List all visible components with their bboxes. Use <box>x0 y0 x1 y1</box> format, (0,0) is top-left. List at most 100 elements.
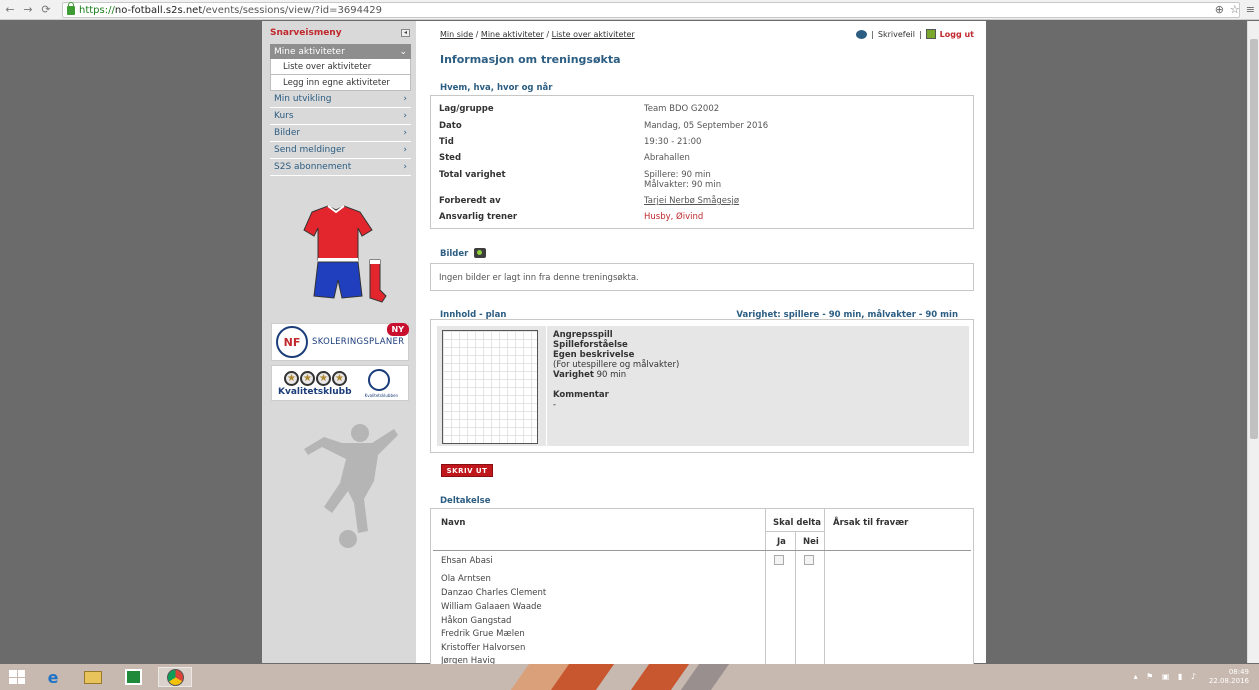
logout-icon[interactable] <box>925 29 936 39</box>
internet-explorer-icon[interactable]: e <box>42 667 64 687</box>
breadcrumb-liste[interactable]: Liste over aktiviteter <box>552 30 635 39</box>
participant-name: Ola Arntsen <box>441 574 491 584</box>
page-title: Informasjon om treningsøkta <box>440 53 621 66</box>
star-icon: ★ <box>332 371 347 386</box>
sidebar-item-bilder[interactable]: Bilder › <box>270 125 411 142</box>
plan-line: (For utespillere og målvakter) <box>553 360 680 370</box>
page-scrollbar[interactable] <box>1247 21 1259 663</box>
chevron-right-icon: › <box>403 94 407 104</box>
camera-icon[interactable] <box>474 248 487 258</box>
column-divider <box>765 509 766 669</box>
url-scheme: https:// <box>79 4 115 16</box>
varighet-malvakter: Målvakter: 90 min <box>644 180 722 190</box>
football-kit-icon[interactable] <box>292 204 388 304</box>
sidebar-item-label: Bilder <box>274 128 301 138</box>
windows-start-icon[interactable] <box>6 667 28 687</box>
info-value: Spillere: 90 min Målvakter: 90 min <box>644 170 721 190</box>
checkbox-ja[interactable] <box>774 555 784 565</box>
kvalitetsklubb-stars: ★ ★ ★ ★ <box>284 371 347 386</box>
skoleringsplaner-banner[interactable]: NF SKOLERINGSPLANER NY <box>271 323 409 361</box>
zoom-icon[interactable]: ⊕ <box>1215 3 1224 16</box>
collapse-icon[interactable]: ◂ <box>401 29 410 37</box>
sidebar-menu: Mine aktiviteter ⌄ Liste over aktivitete… <box>270 44 411 176</box>
bilder-empty-text: Ingen bilder er lagt inn fra denne treni… <box>439 273 639 283</box>
sidebar-item-label: Kurs <box>274 111 294 121</box>
skoleringsplaner-text: SKOLERINGSPLANER <box>312 337 405 347</box>
breadcrumb-min-side[interactable]: Min side <box>440 30 473 39</box>
col-header-nei: Nei <box>803 537 819 547</box>
bilder-label: Bilder <box>440 249 469 259</box>
participant-name: Danzao Charles Clement <box>441 588 547 598</box>
sidebar-item-s2s-abonnement[interactable]: S2S abonnement › <box>270 159 411 176</box>
plan-text: Angrepsspill Spilleforståelse Egen beskr… <box>553 330 679 410</box>
system-tray-icons[interactable]: ▴ ⚑ ▣ ▮ ♪ <box>1134 672 1199 681</box>
clock[interactable]: 08:49 22.08.2016 <box>1209 668 1249 686</box>
sidebar-item-label: Min utvikling <box>274 94 332 104</box>
chevron-right-icon: › <box>403 128 407 138</box>
exercise-diagram-thumbnail[interactable] <box>442 330 538 444</box>
info-label: Tid <box>439 137 454 147</box>
sidebar-item-min-utvikling[interactable]: Min utvikling › <box>270 91 411 108</box>
main-content: Min side / Mine aktiviteter / Liste over… <box>428 21 984 669</box>
clock-time: 08:49 <box>1228 668 1249 676</box>
participant-name: William Galaaen Waade <box>441 602 542 612</box>
skrivefeil-link[interactable]: Skrivefeil <box>878 30 915 39</box>
player-silhouette-icon <box>304 424 398 548</box>
section-title-bilder: Bilder <box>440 248 487 259</box>
info-value: Team BDO G2002 <box>644 104 720 114</box>
breadcrumb-mine-aktiviteter[interactable]: Mine aktiviteter <box>481 30 544 39</box>
forward-arrow-icon[interactable]: → <box>20 2 36 18</box>
plan-kommentar-label: Kommentar <box>553 390 609 400</box>
info-label: Dato <box>439 121 462 131</box>
kvalitetsklubb-text: Kvalitetsklubb <box>278 387 352 397</box>
participant-name: Ehsan Abasi <box>441 556 493 566</box>
sidebar-item-send-meldinger[interactable]: Send meldinger › <box>270 142 411 159</box>
print-button[interactable]: SKRIV UT <box>441 464 493 477</box>
file-explorer-icon[interactable] <box>82 667 104 687</box>
plan-line: Spilleforståelse <box>553 340 628 350</box>
col-header-arsak: Årsak til fravær <box>833 518 909 528</box>
page-container: Snarveismeny ◂ Mine aktiviteter ⌄ Liste … <box>262 21 986 669</box>
sidebar: Snarveismeny ◂ Mine aktiviteter ⌄ Liste … <box>262 21 416 663</box>
address-bar[interactable]: https:// no-fotball.s2s.net /events/sess… <box>62 1 1240 18</box>
ansvarlig-trener-link[interactable]: Husby, Øivind <box>644 212 703 222</box>
reload-icon[interactable]: ⟳ <box>38 2 54 18</box>
info-value: Mandag, 05 September 2016 <box>644 121 769 131</box>
bookmark-star-icon[interactable]: ☆ <box>1230 3 1240 16</box>
ny-badge: NY <box>386 323 409 336</box>
kvalitetsklubb-logo <box>368 369 390 391</box>
browser-toolbar: ← → ⟳ https:// no-fotball.s2s.net /event… <box>0 0 1259 20</box>
participant-name: Håkon Gangstad <box>441 616 512 626</box>
nff-logo: NF <box>276 326 308 358</box>
star-icon: ★ <box>316 371 331 386</box>
sidebar-title: Snarveismeny <box>270 28 342 38</box>
plan-varighet-value: 90 min <box>593 370 627 380</box>
taskbar-decoration <box>630 664 690 690</box>
logout-link[interactable]: Logg ut <box>940 30 974 39</box>
breadcrumb-separator: / <box>543 30 552 39</box>
participation-table: Navn Skal delta Ja Nei Årsak til fravær … <box>430 508 974 669</box>
sidebar-item-kurs[interactable]: Kurs › <box>270 108 411 125</box>
star-icon: ★ <box>300 371 315 386</box>
scrollbar-thumb[interactable] <box>1250 39 1258 439</box>
menu-icon[interactable]: ≡ <box>1246 3 1255 16</box>
sidebar-subitem-legg-inn[interactable]: Legg inn egne aktiviteter <box>270 75 411 91</box>
sidebar-item-mine-aktiviteter[interactable]: Mine aktiviteter ⌄ <box>270 44 411 59</box>
plan-line: Angrepsspill <box>553 330 613 340</box>
bilder-box: Ingen bilder er lagt inn fra denne treni… <box>430 263 974 291</box>
info-box: Lag/gruppe Team BDO G2002 Dato Mandag, 05 … <box>430 95 974 229</box>
info-label: Forberedt av <box>439 196 501 206</box>
lock-icon <box>67 1 75 15</box>
chat-bubble-icon[interactable] <box>856 29 868 39</box>
chrome-icon[interactable] <box>158 667 192 687</box>
forberedt-av-link[interactable]: Tarjei Nerbø Smågesjø <box>644 196 739 206</box>
kvalitetsklubb-banner[interactable]: ★ ★ ★ ★ Kvalitetsklubb Kvalitetsklubben <box>271 365 409 401</box>
info-label: Total varighet <box>439 170 506 180</box>
checkbox-nei[interactable] <box>804 555 814 565</box>
sidebar-subitem-liste[interactable]: Liste over aktiviteter <box>270 59 411 75</box>
sidebar-item-label: S2S abonnement <box>274 162 352 172</box>
column-divider <box>824 509 825 669</box>
chevron-down-icon: ⌄ <box>399 46 407 57</box>
store-icon[interactable] <box>122 667 144 687</box>
back-arrow-icon[interactable]: ← <box>2 2 18 18</box>
